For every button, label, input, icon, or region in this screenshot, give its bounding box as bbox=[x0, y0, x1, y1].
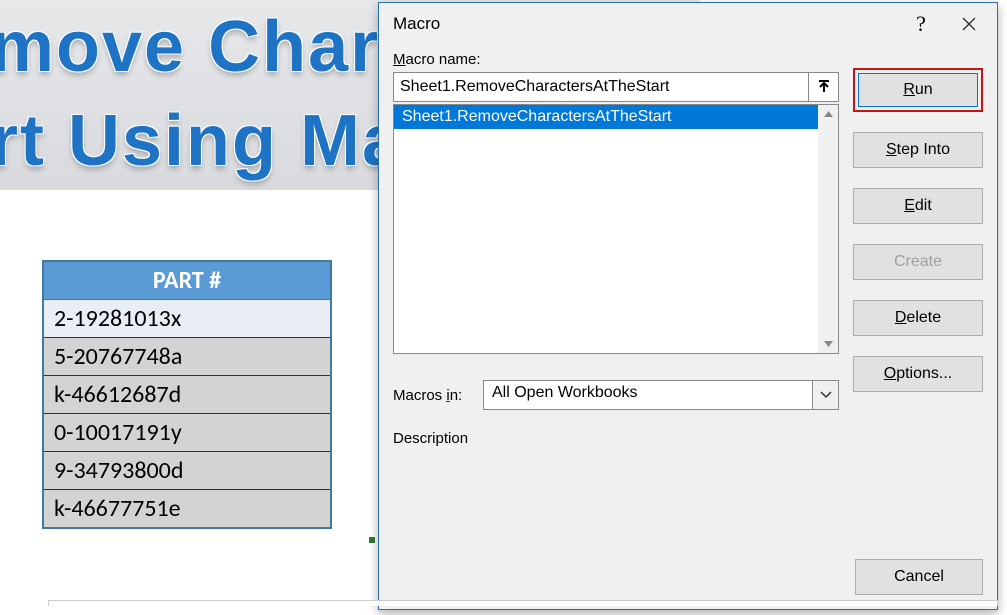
chevron-down-icon bbox=[820, 391, 832, 399]
cancel-button[interactable]: Cancel bbox=[855, 559, 983, 595]
selection-handle-icon[interactable] bbox=[368, 536, 376, 544]
delete-button[interactable]: Delete bbox=[853, 300, 983, 336]
macro-list[interactable]: Sheet1.RemoveCharactersAtTheStart bbox=[393, 104, 839, 354]
table-row: k-46677751e bbox=[43, 490, 331, 529]
run-highlight: Run bbox=[853, 68, 983, 112]
cell[interactable]: k-46612687d bbox=[43, 376, 331, 414]
macro-dialog: Macro ? Macro name: Sheet1.RemoveCharact… bbox=[378, 2, 998, 610]
go-to-macro-button[interactable] bbox=[809, 72, 839, 102]
cell[interactable]: 0-10017191y bbox=[43, 414, 331, 452]
up-arrow-icon bbox=[817, 80, 831, 94]
macro-list-item[interactable]: Sheet1.RemoveCharactersAtTheStart bbox=[394, 105, 818, 129]
help-icon: ? bbox=[916, 11, 926, 37]
options-button[interactable]: Options... bbox=[853, 356, 983, 392]
table-header-part: PART # bbox=[43, 261, 331, 300]
part-number-table: PART # 2-19281013x 5-20767748a k-4661268… bbox=[42, 260, 332, 529]
table-row: 0-10017191y bbox=[43, 414, 331, 452]
edit-button[interactable]: Edit bbox=[853, 188, 983, 224]
table-row: 5-20767748a bbox=[43, 338, 331, 376]
cell[interactable]: k-46677751e bbox=[43, 490, 331, 529]
macro-name-input[interactable] bbox=[393, 72, 809, 102]
macro-name-label: Macro name: bbox=[393, 51, 839, 68]
banner-line-2: rt Using Ma bbox=[0, 100, 404, 182]
table-row: k-46612687d bbox=[43, 376, 331, 414]
create-button: Create bbox=[853, 244, 983, 280]
bottom-divider bbox=[48, 600, 998, 606]
dialog-title: Macro bbox=[393, 14, 897, 34]
scroll-down-icon[interactable] bbox=[818, 335, 838, 353]
table-row: 2-19281013x bbox=[43, 300, 331, 338]
dialog-titlebar: Macro ? bbox=[379, 3, 997, 45]
close-button[interactable] bbox=[945, 6, 993, 42]
table-row: 9-34793800d bbox=[43, 452, 331, 490]
close-icon bbox=[962, 17, 976, 31]
description-label: Description bbox=[393, 430, 839, 447]
dropdown-value: All Open Workbooks bbox=[484, 381, 812, 409]
banner-line-1: move Chara bbox=[0, 6, 422, 88]
run-button[interactable]: Run bbox=[858, 73, 978, 107]
cell[interactable]: 2-19281013x bbox=[43, 300, 331, 338]
macros-in-dropdown[interactable]: All Open Workbooks bbox=[483, 380, 839, 410]
scroll-up-icon[interactable] bbox=[818, 105, 838, 123]
dropdown-arrow-button[interactable] bbox=[812, 381, 838, 409]
macros-in-label: Macros in: bbox=[393, 387, 473, 404]
cell[interactable]: 5-20767748a bbox=[43, 338, 331, 376]
help-button[interactable]: ? bbox=[897, 6, 945, 42]
step-into-button[interactable]: Step Into bbox=[853, 132, 983, 168]
cell[interactable]: 9-34793800d bbox=[43, 452, 331, 490]
excel-table-region: PART # 2-19281013x 5-20767748a k-4661268… bbox=[42, 260, 332, 529]
scrollbar[interactable] bbox=[818, 105, 838, 353]
